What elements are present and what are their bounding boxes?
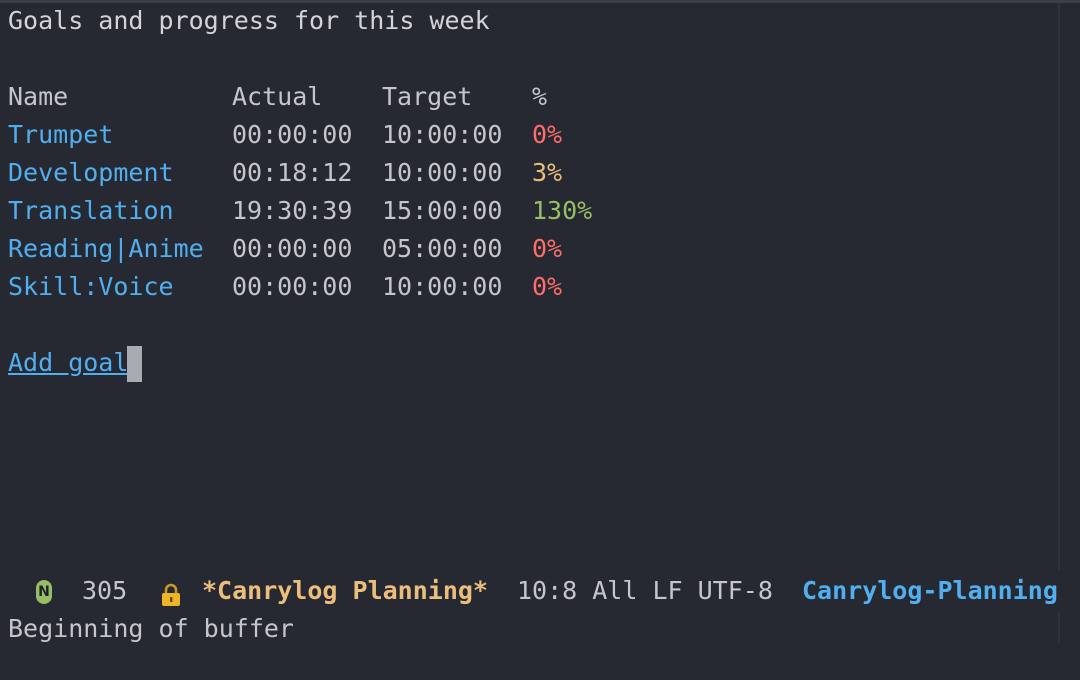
goal-actual: 00:00:00 — [232, 234, 353, 263]
goal-target: 15:00:00 — [382, 196, 503, 225]
cursor-position-info: 10:8 All LF UTF-8 — [517, 576, 773, 605]
buffer-name: *Canrylog Planning* — [202, 576, 488, 605]
goal-target: 10:00:00 — [382, 272, 503, 301]
lock-icon — [162, 583, 180, 606]
text-cursor — [127, 346, 142, 382]
goal-name-link[interactable]: Reading|Anime — [8, 230, 204, 268]
evil-state-badge: N — [36, 580, 52, 604]
add-goal-button[interactable]: Add goal — [8, 344, 128, 382]
goal-name-link[interactable]: Skill:Voice — [8, 268, 174, 306]
goal-target: 10:00:00 — [382, 120, 503, 149]
header-actual: Actual — [232, 82, 323, 111]
goal-target: 05:00:00 — [382, 234, 503, 263]
goal-name-link[interactable]: Translation — [8, 192, 174, 230]
header-percent: % — [532, 82, 548, 111]
major-mode[interactable]: Canrylog-Planning — [802, 572, 1058, 610]
header-name: Name — [8, 82, 69, 111]
goal-percent: 0% — [532, 120, 563, 149]
header-target: Target — [382, 82, 473, 111]
goal-percent: 130% — [532, 196, 593, 225]
page-title: Goals and progress for this week — [8, 6, 490, 35]
goal-percent: 0% — [532, 272, 563, 301]
buffer-size: 305 — [82, 576, 128, 605]
goal-percent: 3% — [532, 158, 563, 187]
goal-actual: 00:00:00 — [232, 120, 353, 149]
window-divider — [1058, 3, 1060, 643]
echo-area-message: Beginning of buffer — [8, 614, 294, 643]
goal-actual: 00:18:12 — [232, 158, 353, 187]
goal-actual: 00:00:00 — [232, 272, 353, 301]
goal-actual: 19:30:39 — [232, 196, 353, 225]
goal-name-link[interactable]: Trumpet — [8, 116, 113, 154]
goal-name-link[interactable]: Development — [8, 154, 174, 192]
goal-percent: 0% — [532, 234, 563, 263]
goal-target: 10:00:00 — [382, 158, 503, 187]
